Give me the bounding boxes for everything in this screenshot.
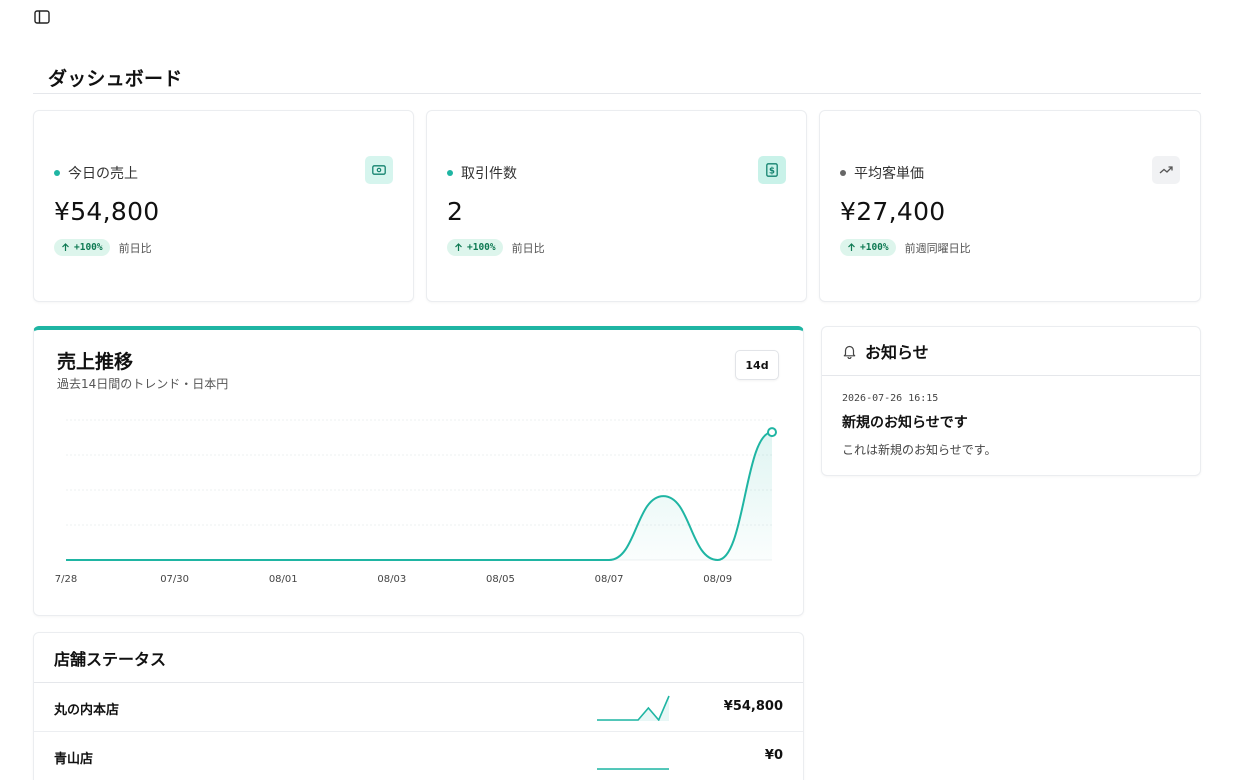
- kpi-card-today-sales: 今日の売上 ¥54,800 +100% 前日比: [33, 110, 414, 302]
- x-tick-label: 07/30: [160, 574, 189, 585]
- x-tick-label: 08/09: [703, 574, 732, 585]
- kpi-card-avg-ticket: 平均客単価 ¥27,400 +100% 前週同曜日比: [819, 110, 1201, 302]
- store-name: 丸の内本店: [54, 703, 120, 718]
- store-row[interactable]: 丸の内本店 ¥54,800: [34, 683, 803, 732]
- title-divider: [33, 93, 1201, 94]
- store-status-title: 店舗ステータス: [54, 649, 167, 669]
- data-point: [767, 427, 777, 438]
- notice-body: これは新規のお知らせです。: [842, 443, 997, 457]
- status-dot: [54, 170, 60, 176]
- kpi-label: 取引件数: [461, 166, 517, 182]
- notices-header: お知らせ: [822, 327, 1200, 376]
- store-row[interactable]: 青山店 ¥0: [34, 732, 803, 780]
- sparkline-line: [597, 695, 670, 721]
- store-status-header: 店舗ステータス: [34, 633, 803, 683]
- x-tick-label: 08/01: [269, 574, 298, 585]
- kpi-value: 2: [447, 197, 464, 226]
- arrow-up-icon: [848, 243, 855, 251]
- kpi-card-transactions: 取引件数 $ 2 +100% 前日比: [426, 110, 807, 302]
- store-amount: ¥54,800: [723, 699, 783, 714]
- notices-card: お知らせ 2026-07-26 16:15 新規のお知らせです これは新規のお知…: [821, 326, 1201, 476]
- trending-up-icon: [1152, 156, 1180, 184]
- status-dot: [447, 170, 453, 176]
- kpi-compare-label: 前日比: [118, 241, 152, 255]
- notice-title[interactable]: 新規のお知らせです: [842, 412, 968, 432]
- x-tick-label: 7/28: [55, 574, 77, 585]
- sidebar-panel-icon: [34, 10, 50, 24]
- status-dot: [840, 170, 846, 176]
- receipt-dollar-icon: $: [758, 156, 786, 184]
- x-tick-label: 08/03: [377, 574, 406, 585]
- sales-trend-chart: 7/28 07/30 08/01 08/03 08/05 08/07 08/09: [55, 419, 777, 585]
- page-title: ダッシュボード: [48, 68, 183, 90]
- arrow-up-icon: [455, 243, 462, 251]
- delta-badge: +100%: [54, 239, 110, 256]
- store-sparkline: [597, 695, 670, 721]
- delta-badge: +100%: [840, 239, 896, 256]
- kpi-label: 平均客単価: [854, 166, 924, 182]
- store-name: 青山店: [54, 752, 94, 767]
- sidebar-toggle-button[interactable]: [33, 9, 51, 25]
- kpi-value: ¥27,400: [840, 197, 946, 226]
- notice-timestamp: 2026-07-26 16:15: [842, 393, 939, 404]
- store-amount: ¥0: [764, 748, 783, 763]
- store-sparkline: [597, 768, 669, 770]
- sparkline-area: [597, 696, 669, 721]
- x-tick-label: 08/05: [486, 574, 515, 585]
- bell-icon: [843, 345, 856, 359]
- svg-text:$: $: [769, 167, 775, 177]
- kpi-label: 今日の売上: [68, 166, 138, 182]
- kpi-value: ¥54,800: [54, 197, 160, 226]
- x-tick-label: 08/07: [595, 574, 624, 585]
- notices-title: お知らせ: [865, 343, 929, 362]
- kpi-compare-label: 前日比: [511, 241, 545, 255]
- kpi-compare-label: 前週同曜日比: [904, 241, 971, 255]
- banknote-icon: [365, 156, 393, 184]
- delta-badge: +100%: [447, 239, 503, 256]
- store-status-card: 店舗ステータス 丸の内本店 ¥54,800 青山店 ¥0: [33, 632, 804, 780]
- arrow-up-icon: [62, 243, 69, 251]
- sales-trend-card: 売上推移 過去14日間のトレンド・日本円 14d 7/28 07/30 08/01 0…: [33, 326, 804, 616]
